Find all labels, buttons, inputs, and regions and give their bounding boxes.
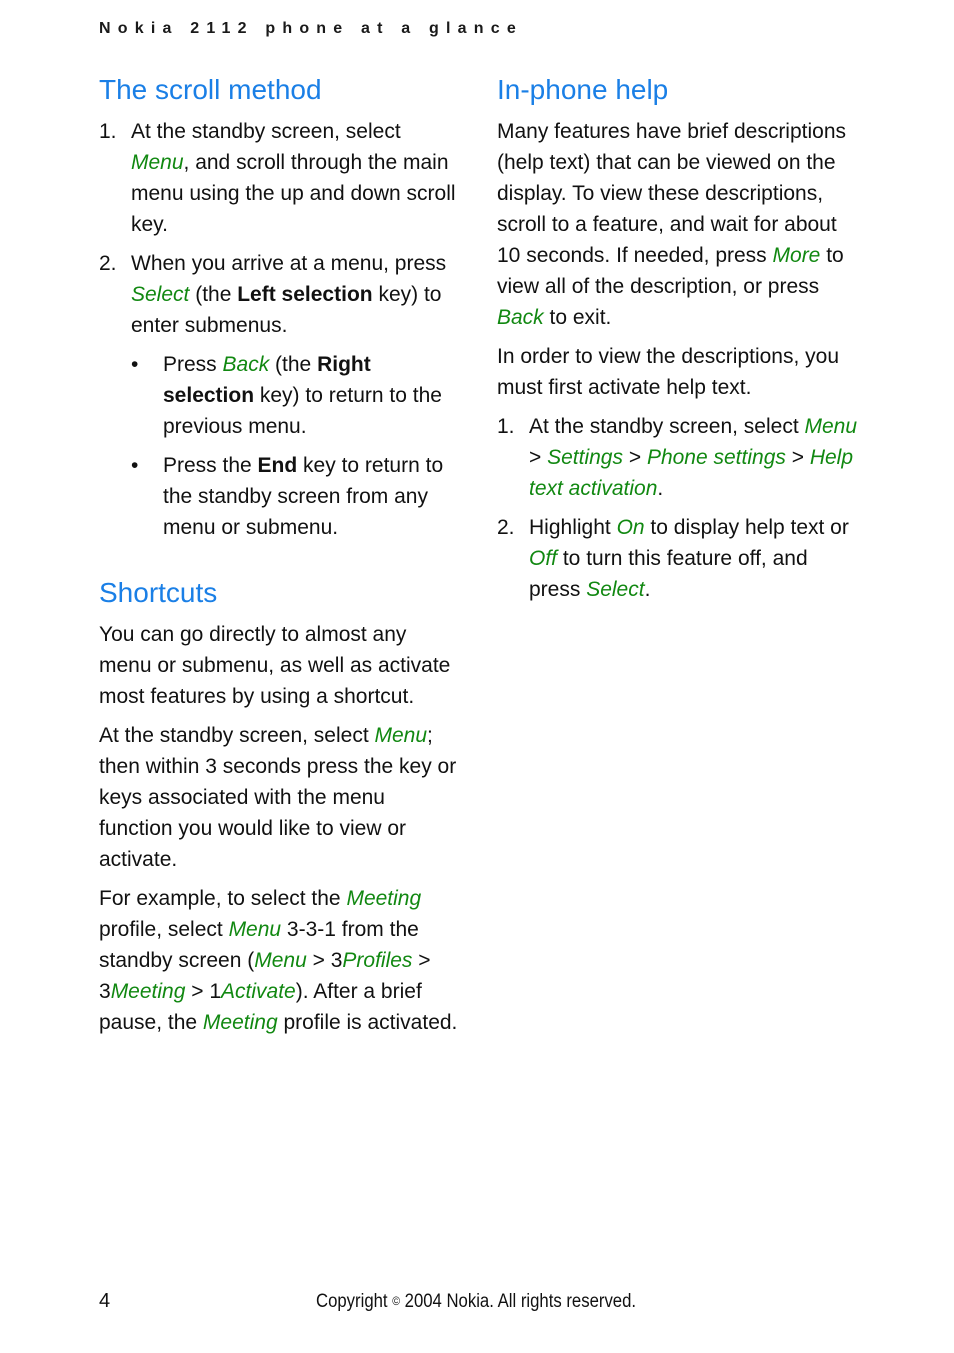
key-name: Left selection bbox=[237, 283, 373, 306]
section-title-scroll-method: The scroll method bbox=[99, 74, 322, 105]
key-name: End bbox=[257, 454, 298, 477]
paragraph: In order to view the descriptions, you m… bbox=[497, 345, 840, 399]
paragraph: Many features have brief descriptions (h… bbox=[497, 120, 847, 329]
list-item: 1. At the standby screen, select Menu, a… bbox=[99, 120, 456, 236]
bullet-icon: • bbox=[131, 353, 139, 376]
left-column: The scroll method 1. At the standby scre… bbox=[99, 70, 464, 1046]
softkey-back: Back bbox=[222, 353, 270, 376]
bullet-item: • Press the End key to return to the sta… bbox=[131, 450, 464, 543]
list-item: 2. When you arrive at a menu, press Sele… bbox=[99, 252, 447, 337]
list-item: 1. At the standby screen, select Menu > … bbox=[497, 415, 858, 500]
copyright-notice: Copyright © 2004 Nokia. All rights reser… bbox=[316, 1291, 637, 1312]
paragraph: At the standby screen, select Menu; then… bbox=[99, 724, 457, 871]
list-item: 2. Highlight On to display help text or … bbox=[497, 516, 849, 601]
bullet-item: • Press Back (the Right selection key) t… bbox=[131, 349, 464, 442]
section-title-in-phone-help: In-phone help bbox=[497, 74, 669, 105]
page-number: 4 bbox=[99, 1290, 111, 1312]
softkey-menu: Menu bbox=[131, 151, 184, 174]
section-title-shortcuts: Shortcuts bbox=[99, 577, 218, 608]
paragraph: You can go directly to almost any menu o… bbox=[99, 623, 451, 708]
paragraph: For example, to select the Meeting profi… bbox=[99, 887, 458, 1034]
right-column: In-phone help Many features have brief d… bbox=[497, 70, 862, 613]
running-header: Nokia 2112 phone at a glance bbox=[99, 20, 523, 37]
softkey-select: Select bbox=[131, 283, 190, 306]
bullet-icon: • bbox=[131, 454, 139, 477]
